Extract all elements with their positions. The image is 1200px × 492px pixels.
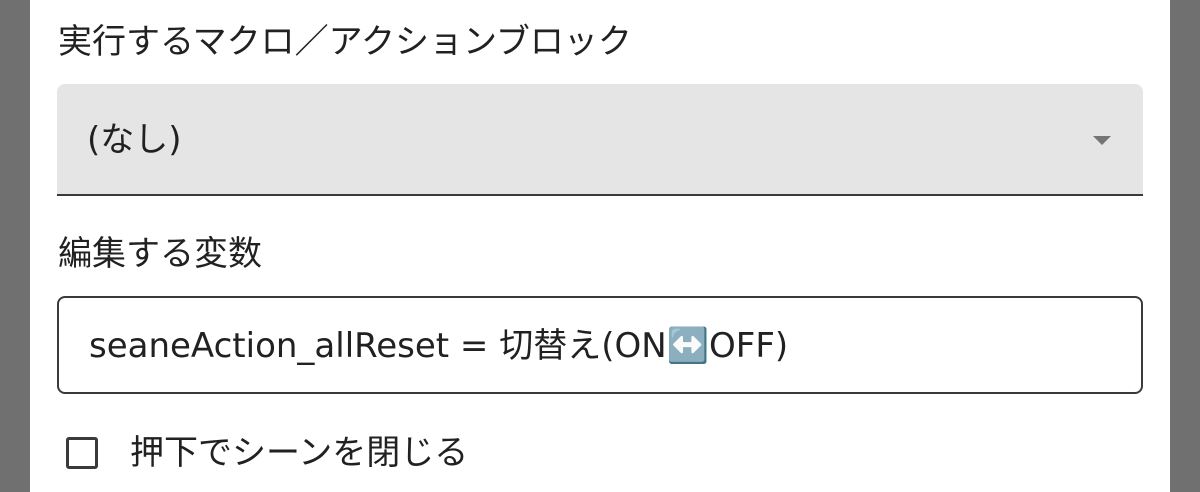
close-scene-option[interactable]: 押下でシーンを閉じる <box>66 430 468 476</box>
close-scene-label[interactable]: 押下でシーンを閉じる <box>130 433 468 473</box>
dialog-panel: 実行するマクロ／アクションブロック (なし) 編集する変数 seaneActio… <box>30 0 1170 492</box>
variable-field-value: seaneAction_allReset = 切替え(ON↔️OFF) <box>89 326 789 366</box>
macro-select-value: (なし) <box>87 120 182 160</box>
chevron-down-icon[interactable] <box>1093 136 1111 145</box>
macro-section-label: 実行するマクロ／アクションブロック <box>58 22 632 62</box>
variable-field[interactable]: seaneAction_allReset = 切替え(ON↔️OFF) <box>57 296 1143 394</box>
macro-select[interactable]: (なし) <box>57 84 1143 196</box>
checkbox-unchecked-icon[interactable] <box>66 437 98 469</box>
variable-section-label: 編集する変数 <box>58 234 262 274</box>
